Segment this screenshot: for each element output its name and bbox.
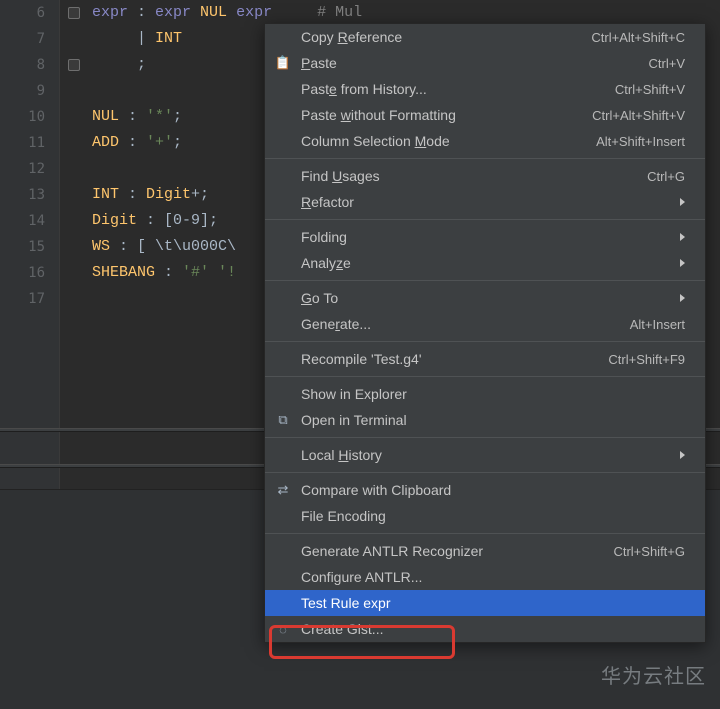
- line-number: 9: [0, 78, 45, 104]
- fold-marker-icon[interactable]: [68, 7, 80, 19]
- menu-item[interactable]: Generate...Alt+Insert: [265, 311, 705, 337]
- menu-item-label: Local History: [301, 447, 672, 463]
- menu-item-label: Find Usages: [301, 168, 647, 184]
- menu-item-label: Open in Terminal: [301, 412, 685, 428]
- menu-separator: [265, 219, 705, 220]
- line-number: 6: [0, 0, 45, 26]
- menu-separator: [265, 437, 705, 438]
- menu-item-label: Compare with Clipboard: [301, 482, 685, 498]
- chevron-right-icon: [680, 233, 685, 241]
- menu-separator: [265, 533, 705, 534]
- line-number: 11: [0, 130, 45, 156]
- menu-item-label: Folding: [301, 229, 672, 245]
- menu-item-label: Go To: [301, 290, 672, 306]
- menu-item-shortcut: Ctrl+Alt+Shift+C: [591, 30, 685, 45]
- menu-item-label: Paste without Formatting: [301, 107, 592, 123]
- menu-item-label: Refactor: [301, 194, 672, 210]
- menu-item[interactable]: Copy ReferenceCtrl+Alt+Shift+C: [265, 24, 705, 50]
- menu-item[interactable]: Local History: [265, 442, 705, 468]
- menu-item[interactable]: File Encoding: [265, 503, 705, 529]
- menu-item-shortcut: Alt+Insert: [630, 317, 685, 332]
- menu-item[interactable]: 📋 PasteCtrl+V: [265, 50, 705, 76]
- line-number: 8: [0, 52, 45, 78]
- chevron-right-icon: [680, 198, 685, 206]
- line-number: 15: [0, 234, 45, 260]
- line-number: 16: [0, 260, 45, 286]
- menu-item[interactable]: Analyze: [265, 250, 705, 276]
- menu-item-label: Generate...: [301, 316, 630, 332]
- menu-item-label: Paste from History...: [301, 81, 615, 97]
- terminal-icon: ⧉: [275, 412, 291, 428]
- menu-item-shortcut: Ctrl+Shift+G: [613, 544, 685, 559]
- menu-item-label: Generate ANTLR Recognizer: [301, 543, 613, 559]
- line-number: 14: [0, 208, 45, 234]
- menu-item-shortcut: Ctrl+G: [647, 169, 685, 184]
- menu-separator: [265, 158, 705, 159]
- context-menu: Copy ReferenceCtrl+Alt+Shift+C📋PasteCtrl…: [264, 23, 706, 643]
- menu-item[interactable]: ⇄ Compare with Clipboard: [265, 477, 705, 503]
- menu-item[interactable]: ⧉ Open in Terminal: [265, 407, 705, 433]
- menu-item[interactable]: Generate ANTLR RecognizerCtrl+Shift+G: [265, 538, 705, 564]
- menu-item-label: Analyze: [301, 255, 672, 271]
- menu-item[interactable]: Paste without FormattingCtrl+Alt+Shift+V: [265, 102, 705, 128]
- menu-item-shortcut: Ctrl+Shift+F9: [608, 352, 685, 367]
- menu-item[interactable]: Find UsagesCtrl+G: [265, 163, 705, 189]
- menu-item-label: Test Rule expr: [301, 595, 685, 611]
- chevron-right-icon: [680, 259, 685, 267]
- menu-item[interactable]: Refactor: [265, 189, 705, 215]
- menu-item[interactable]: Show in Explorer: [265, 381, 705, 407]
- menu-item-label: Configure ANTLR...: [301, 569, 685, 585]
- github-icon: ◌: [275, 621, 291, 637]
- menu-item-label: Copy Reference: [301, 29, 591, 45]
- menu-separator: [265, 280, 705, 281]
- line-number: 7: [0, 26, 45, 52]
- menu-item-label: Create Gist...: [301, 621, 685, 637]
- menu-item-shortcut: Ctrl+Shift+V: [615, 82, 685, 97]
- menu-item-label: Recompile 'Test.g4': [301, 351, 608, 367]
- paste-icon: 📋: [275, 55, 291, 71]
- menu-separator: [265, 472, 705, 473]
- chevron-right-icon: [680, 451, 685, 459]
- menu-item-label: Paste: [301, 55, 649, 71]
- menu-item-label: File Encoding: [301, 508, 685, 524]
- menu-item[interactable]: Go To: [265, 285, 705, 311]
- menu-item-shortcut: Ctrl+V: [649, 56, 685, 71]
- menu-item[interactable]: Test Rule expr: [265, 590, 705, 616]
- menu-item[interactable]: ◌ Create Gist...: [265, 616, 705, 642]
- chevron-right-icon: [680, 294, 685, 302]
- menu-item[interactable]: Folding: [265, 224, 705, 250]
- menu-item-shortcut: Alt+Shift+Insert: [596, 134, 685, 149]
- fold-marker-icon[interactable]: [68, 59, 80, 71]
- line-number: 13: [0, 182, 45, 208]
- line-number: 17: [0, 286, 45, 312]
- line-number: 10: [0, 104, 45, 130]
- menu-separator: [265, 341, 705, 342]
- menu-item[interactable]: Recompile 'Test.g4'Ctrl+Shift+F9: [265, 346, 705, 372]
- line-number: 12: [0, 156, 45, 182]
- menu-item[interactable]: Configure ANTLR...: [265, 564, 705, 590]
- menu-item[interactable]: Paste from History...Ctrl+Shift+V: [265, 76, 705, 102]
- menu-item-shortcut: Ctrl+Alt+Shift+V: [592, 108, 685, 123]
- compare-icon: ⇄: [275, 482, 291, 498]
- watermark-text: 华为云社区: [601, 660, 706, 689]
- menu-item-label: Column Selection Mode: [301, 133, 596, 149]
- menu-separator: [265, 376, 705, 377]
- menu-item-label: Show in Explorer: [301, 386, 685, 402]
- menu-item[interactable]: Column Selection ModeAlt+Shift+Insert: [265, 128, 705, 154]
